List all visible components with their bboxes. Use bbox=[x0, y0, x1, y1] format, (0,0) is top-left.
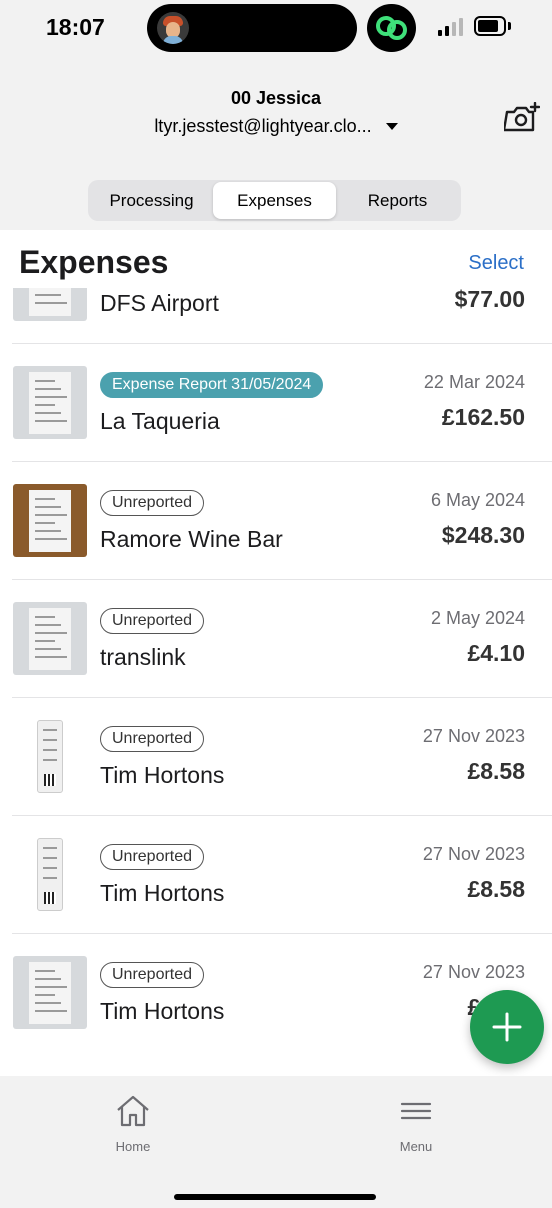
expense-date: 22 Mar 2024 bbox=[423, 372, 525, 392]
account-name: 00 Jessica bbox=[230, 88, 322, 108]
signal-icon bbox=[438, 18, 466, 36]
segmented-tabs: Processing Expenses Reports bbox=[88, 180, 461, 221]
expense-amount: £8.58 bbox=[467, 876, 525, 902]
status-badge: Unreported bbox=[100, 726, 205, 752]
hamburger-icon bbox=[400, 1102, 432, 1120]
merchant-name: Tim Hortons bbox=[100, 880, 225, 906]
link-icon bbox=[367, 4, 416, 52]
account-email: ltyr.jesstest@lightyear.clo... bbox=[154, 116, 372, 136]
expense-amount: £8.58 bbox=[467, 758, 525, 784]
status-badge: Expense Report 31/05/2024 bbox=[100, 372, 324, 398]
account-switcher[interactable]: ltyr.jesstest@lightyear.clo... bbox=[154, 116, 398, 137]
expense-list[interactable]: Unreported DFS Airport $77.00 Expense Repor… bbox=[0, 288, 552, 1076]
expense-amount: $248.30 bbox=[441, 522, 525, 548]
receipt-thumbnail bbox=[13, 484, 87, 557]
tab-expenses[interactable]: Expenses bbox=[213, 182, 336, 219]
status-badge: Unreported bbox=[100, 490, 205, 516]
receipt-thumbnail bbox=[37, 838, 63, 911]
status-bar: 18:07 bbox=[0, 0, 552, 56]
merchant-name: La Taqueria bbox=[100, 408, 220, 434]
expense-row[interactable]: Unreported Ramore Wine Bar 6 May 2024 $248.… bbox=[0, 462, 552, 580]
expense-row[interactable]: UnreportedTim Hortons27 Nov 2023£8.58 bbox=[0, 934, 552, 1052]
status-badge: Unreported bbox=[100, 608, 205, 634]
house-icon bbox=[117, 1095, 149, 1127]
merchant-name: Ramore Wine Bar bbox=[100, 526, 283, 552]
receipt-thumbnail bbox=[13, 366, 87, 439]
receipt-thumbnail bbox=[13, 956, 87, 1029]
expense-row[interactable]: Unreported translink 2 May 2024 £4.10 bbox=[0, 580, 552, 698]
add-expense-button[interactable] bbox=[470, 990, 544, 1064]
receipt-thumbnail bbox=[13, 602, 87, 675]
expenses-panel: Expenses Select Unreported DFS Airport $77… bbox=[0, 230, 552, 1076]
expense-row[interactable]: UnreportedDFS Airport$77.00 bbox=[0, 288, 552, 344]
expense-date: 6 May 2024 bbox=[430, 490, 525, 510]
merchant-name: Tim Hortons bbox=[100, 998, 225, 1024]
page-title: Expenses bbox=[19, 244, 169, 280]
bottom-nav: Home Menu bbox=[0, 1076, 552, 1208]
expense-row[interactable]: Unreported Tim Hortons 27 Nov 2023 £8.58 bbox=[0, 698, 552, 816]
account-header: 00 Jessica ltyr.jesstest@lightyear.clo..… bbox=[0, 88, 552, 137]
expense-date: 27 Nov 2023 bbox=[422, 726, 525, 746]
status-badge: Unreported bbox=[100, 844, 205, 870]
clock: 18:07 bbox=[46, 14, 105, 40]
expense-amount: £4.10 bbox=[467, 640, 525, 666]
expense-row[interactable]: Expense Report 31/05/2024 La Taqueria 22 M… bbox=[0, 344, 552, 462]
user-avatar-icon bbox=[157, 12, 189, 44]
receipt-thumbnail bbox=[37, 720, 63, 793]
home-indicator bbox=[174, 1194, 376, 1200]
dynamic-island bbox=[147, 4, 357, 52]
camera-plus-icon bbox=[502, 101, 541, 132]
expense-date: 27 Nov 2023 bbox=[422, 962, 525, 982]
tab-reports[interactable]: Reports bbox=[336, 182, 459, 219]
expense-date: 2 May 2024 bbox=[430, 608, 525, 628]
merchant-name: Tim Hortons bbox=[100, 762, 225, 788]
expense-amount: $77.00 bbox=[454, 288, 525, 312]
nav-menu-label: Menu bbox=[399, 1139, 433, 1154]
expense-date: 27 Nov 2023 bbox=[422, 844, 525, 864]
nav-home[interactable]: Home bbox=[83, 1094, 183, 1154]
merchant-name: translink bbox=[100, 644, 186, 670]
receipt-thumbnail bbox=[13, 288, 87, 321]
expense-amount: £162.50 bbox=[441, 404, 525, 430]
chevron-down-icon bbox=[385, 123, 398, 130]
select-button[interactable]: Select bbox=[468, 252, 524, 275]
merchant-name: DFS Airport bbox=[100, 290, 219, 316]
battery-icon bbox=[474, 16, 506, 36]
nav-home-label: Home bbox=[115, 1139, 151, 1154]
nav-menu[interactable]: Menu bbox=[366, 1094, 466, 1154]
status-badge: Unreported bbox=[100, 962, 205, 988]
tab-processing[interactable]: Processing bbox=[90, 182, 213, 219]
plus-icon bbox=[492, 1012, 522, 1042]
add-receipt-camera-button[interactable] bbox=[502, 101, 541, 134]
expense-row[interactable]: Unreported Tim Hortons 27 Nov 2023 £8.58 bbox=[0, 816, 552, 934]
